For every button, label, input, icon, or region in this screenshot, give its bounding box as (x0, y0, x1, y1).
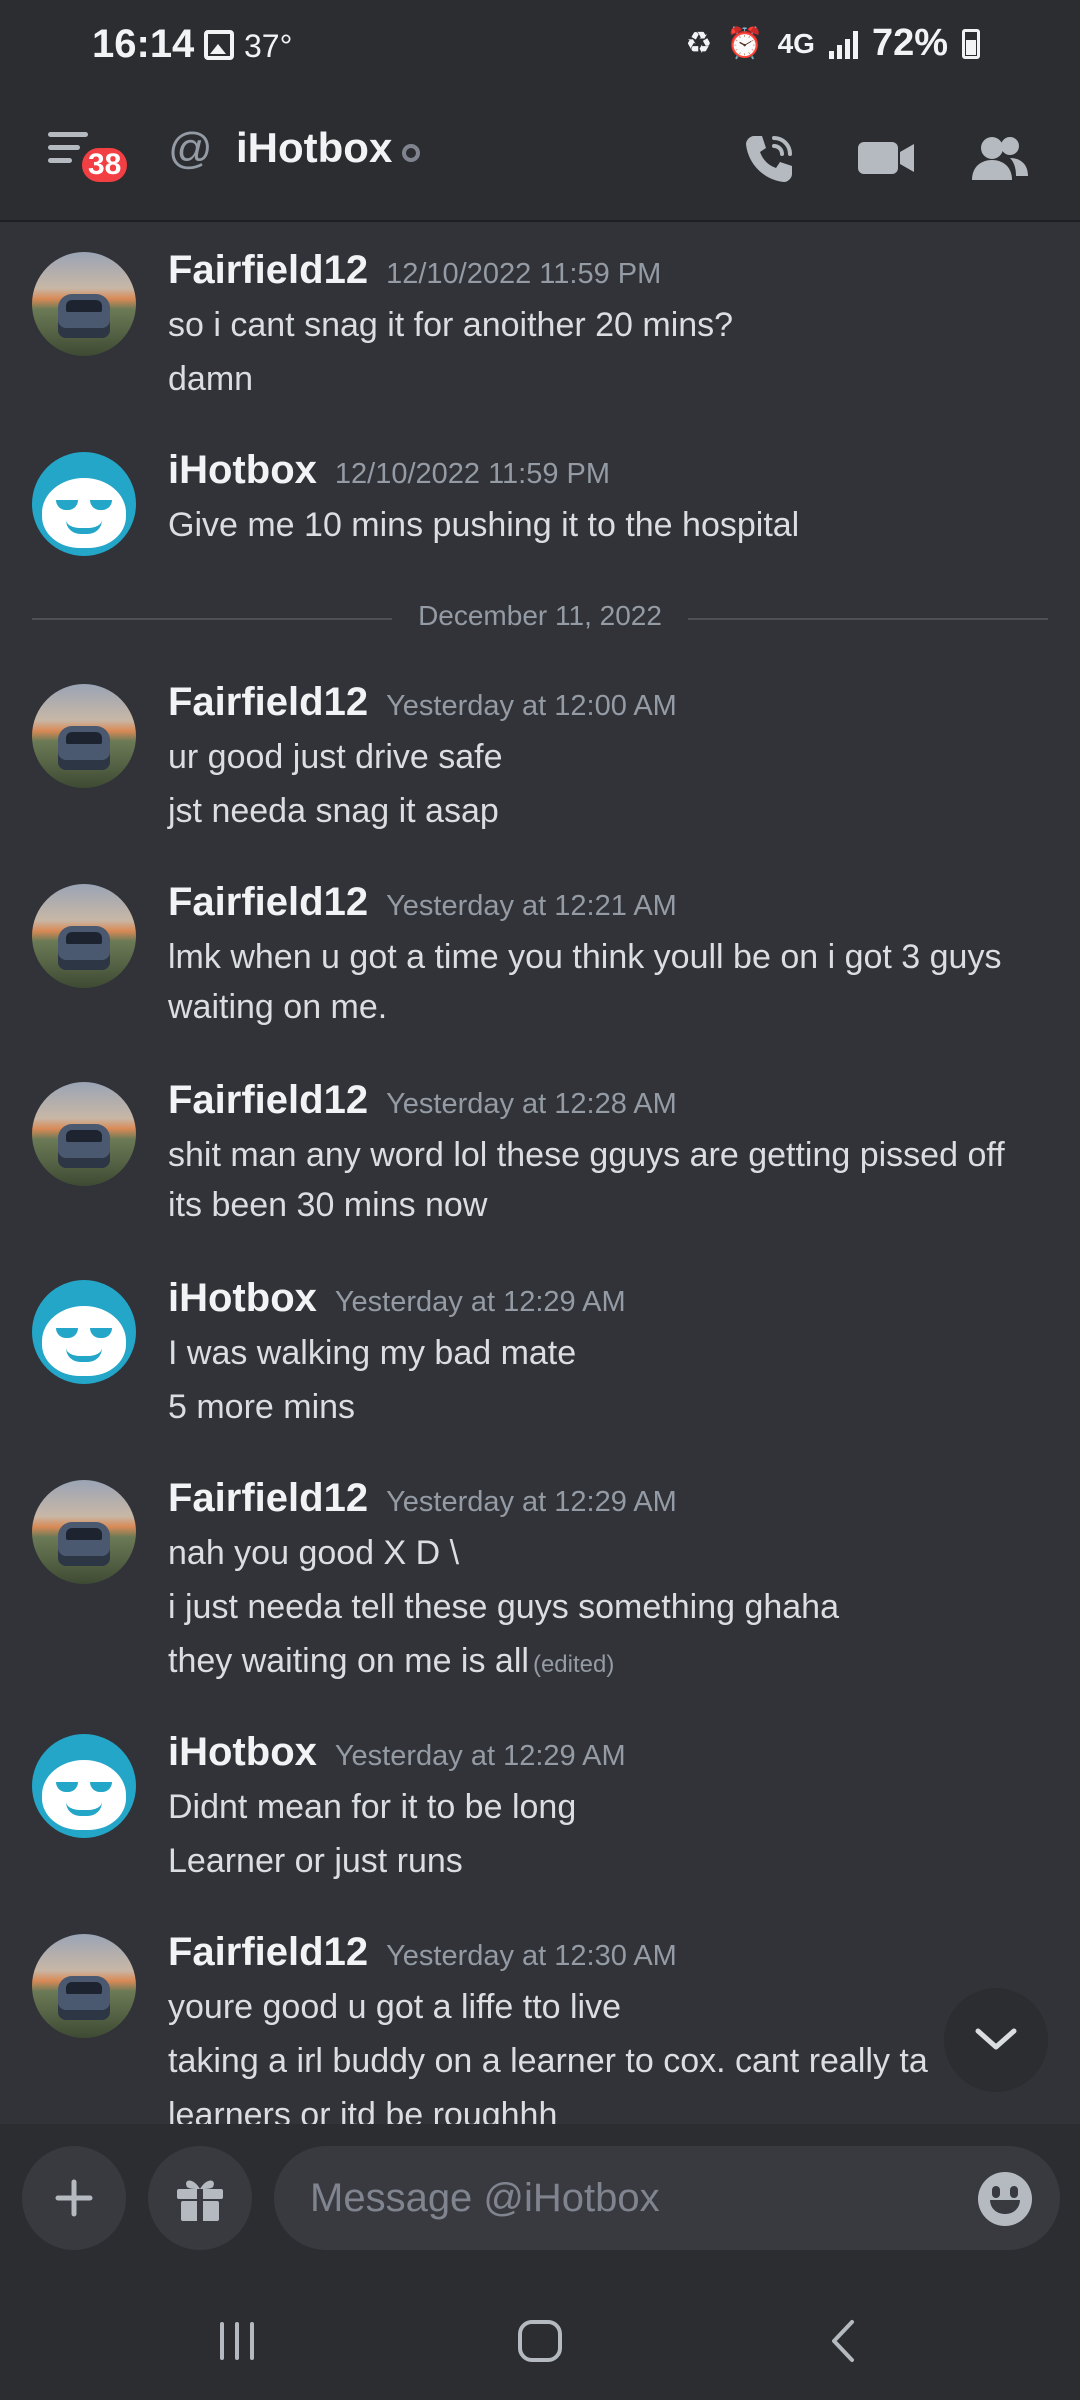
system-nav-bar (0, 2276, 1080, 2400)
message-author[interactable]: iHotbox Yesterday at 12:29 AM (168, 1730, 626, 1775)
network-type: 4G (777, 27, 815, 59)
message-text: Learner or just runs (168, 1842, 463, 1880)
add-attachment-button[interactable] (22, 2146, 126, 2250)
unread-badge: 38 (78, 144, 132, 186)
message-timestamp: Yesterday at 12:29 AM (334, 1286, 626, 1318)
message-input-placeholder: Message @iHotbox (310, 2176, 660, 2220)
sloth-avatar[interactable] (32, 1280, 136, 1384)
status-bar: 16:14 37° ♻ ⏰ 4G 72% (0, 0, 1080, 96)
members-icon[interactable] (970, 130, 1030, 186)
chevron-down-icon (975, 2028, 1017, 2050)
message-author[interactable]: iHotbox 12/10/2022 11:59 PM (168, 448, 610, 493)
message-text: i just needa tell these guys something g… (168, 1588, 840, 1626)
message-author[interactable]: Fairfield12 Yesterday at 12:30 AM (168, 1930, 677, 1975)
message-timestamp: 12/10/2022 11:59 PM (386, 258, 662, 290)
emoji-icon[interactable] (978, 2172, 1032, 2226)
message-text: I was walking my bad mate (168, 1334, 577, 1372)
home-icon[interactable] (514, 2316, 566, 2366)
message-text: lmk when u got a time you think youll be… (168, 938, 1002, 976)
car-avatar[interactable] (32, 684, 136, 788)
back-icon[interactable] (818, 2316, 868, 2366)
message-text: learners or itd be roughhh (168, 2096, 558, 2124)
scroll-to-bottom-button[interactable] (944, 1988, 1048, 2092)
gallery-notification-icon (204, 30, 234, 60)
car-avatar[interactable] (32, 884, 136, 988)
video-camera-icon[interactable] (856, 130, 916, 186)
gift-icon (177, 2180, 223, 2221)
edited-label: (edited) (532, 1651, 615, 1678)
message-text: shit man any word lol these gguys are ge… (168, 1136, 1005, 1174)
message-author[interactable]: Fairfield12 Yesterday at 12:00 AM (168, 680, 677, 725)
message-text: Didnt mean for it to be long (168, 1788, 577, 1826)
status-indicator (402, 144, 420, 162)
sloth-avatar[interactable] (32, 1734, 136, 1838)
car-avatar[interactable] (32, 1082, 136, 1186)
phone-call-icon[interactable] (740, 130, 800, 186)
message-text: waiting on me. (168, 988, 388, 1026)
message-timestamp: Yesterday at 12:00 AM (386, 690, 677, 722)
date-divider-label: December 11, 2022 (418, 600, 662, 631)
message-input[interactable]: Message @iHotbox (274, 2146, 1060, 2250)
car-avatar[interactable] (32, 1934, 136, 2038)
message-text: nah you good X D \ (168, 1534, 460, 1572)
status-temperature: 37° (244, 28, 293, 64)
message-text: taking a irl buddy on a learner to cox. … (168, 2042, 928, 2080)
message-author[interactable]: iHotbox Yesterday at 12:29 AM (168, 1276, 626, 1321)
message-text: Give me 10 mins pushing it to the hospit… (168, 506, 800, 544)
message-author[interactable]: Fairfield12 Yesterday at 12:29 AM (168, 1476, 677, 1521)
message-timestamp: Yesterday at 12:29 AM (334, 1740, 626, 1772)
battery-icon (962, 28, 980, 59)
plus-icon (55, 2179, 93, 2217)
message-text: so i cant snag it for anoither 20 mins? (168, 306, 734, 344)
battery-percent: 72% (871, 22, 948, 64)
message-timestamp: Yesterday at 12:28 AM (386, 1088, 677, 1120)
sloth-avatar[interactable] (32, 452, 136, 556)
message-timestamp: Yesterday at 12:29 AM (386, 1486, 677, 1518)
message-text: 5 more mins (168, 1388, 356, 1426)
car-avatar[interactable] (32, 252, 136, 356)
message-composer: Message @iHotbox (0, 2124, 1080, 2276)
date-divider: December 11, 2022 (32, 598, 1048, 638)
message-text: jst needa snag it asap (168, 792, 499, 830)
message-author[interactable]: Fairfield12 12/10/2022 11:59 PM (168, 248, 661, 293)
message-timestamp: 12/10/2022 11:59 PM (334, 458, 611, 490)
message-text: damn (168, 360, 254, 398)
message-text: youre good u got a liffe tto live (168, 1988, 622, 2026)
dm-header: 38 @ iHotbox (0, 96, 1080, 222)
at-icon: @ (168, 124, 213, 173)
message-timestamp: Yesterday at 12:21 AM (386, 890, 677, 922)
message-text: its been 30 mins now (168, 1186, 488, 1224)
message-author[interactable]: Fairfield12 Yesterday at 12:28 AM (168, 1078, 677, 1123)
message-timestamp: Yesterday at 12:30 AM (386, 1940, 677, 1972)
car-avatar[interactable] (32, 1480, 136, 1584)
dm-title[interactable]: iHotbox (236, 124, 392, 172)
message-text-edited: they waiting on me is all (edited) (168, 1642, 615, 1680)
recent-apps-icon[interactable] (212, 2316, 262, 2366)
alarm-icon: ⏰ (726, 27, 764, 60)
message-list[interactable]: Fairfield12 12/10/2022 11:59 PM so i cant… (0, 224, 1080, 2124)
gift-button[interactable] (148, 2146, 252, 2250)
signal-icon (828, 29, 858, 59)
message-text: ur good just drive safe (168, 738, 503, 776)
status-time: 16:14 (92, 22, 195, 66)
message-author[interactable]: Fairfield12 Yesterday at 12:21 AM (168, 880, 677, 925)
battery-saver-icon: ♻ (685, 27, 713, 60)
